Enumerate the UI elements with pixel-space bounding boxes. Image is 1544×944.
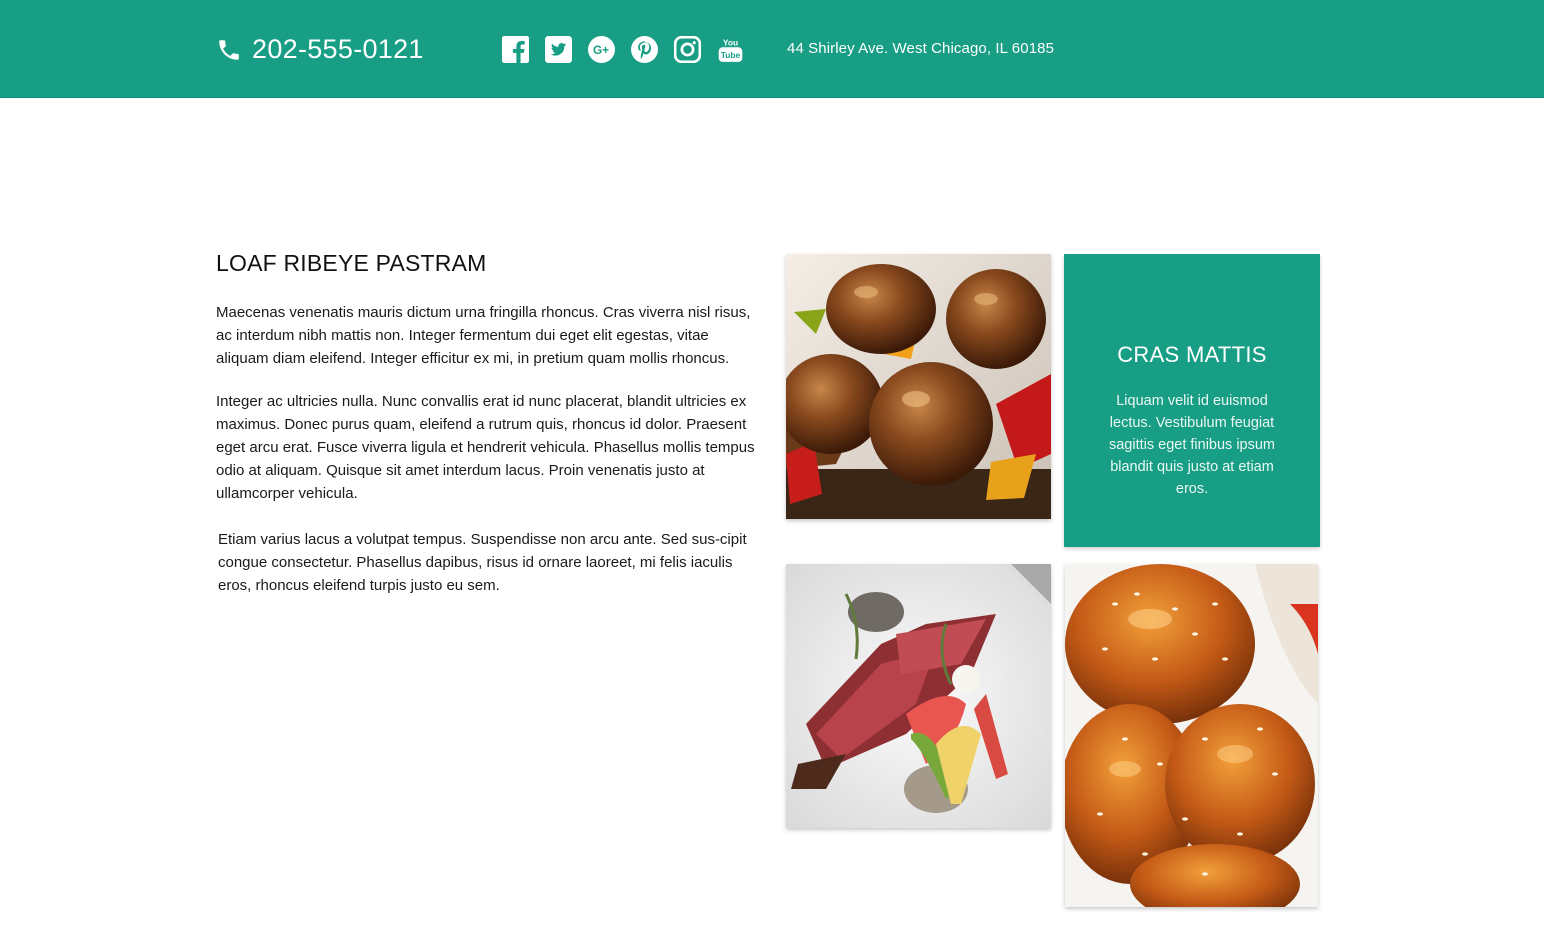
facebook-icon[interactable] <box>501 35 529 63</box>
phone-number[interactable]: 202-555-0121 <box>252 34 424 65</box>
article-paragraph-2: Integer ac ultricies nulla. Nunc convall… <box>216 393 755 502</box>
top-bar: 202-555-0121 G+ You Tube 44 Shirley Ave. … <box>0 0 1544 98</box>
youtube-icon[interactable]: You Tube <box>716 35 744 63</box>
svg-text:You: You <box>722 37 737 47</box>
social-links: G+ You Tube <box>501 35 744 63</box>
article-title: LOAF RIBEYE PASTRAM <box>216 250 487 276</box>
promo-card[interactable]: CRAS MATTIS Liquam velit id euismod lect… <box>1064 254 1320 547</box>
phone-contact[interactable]: 202-555-0121 <box>216 34 424 65</box>
article-paragraph-1: Maecenas venenatis mauris dictum urna fr… <box>216 304 751 367</box>
twitter-icon[interactable] <box>544 35 572 63</box>
promo-text: Liquam velit id euismod lectus. Vestibul… <box>1108 393 1276 497</box>
address: 44 Shirley Ave. West Chicago, IL 60185 <box>787 40 1055 57</box>
sliced-beef-photo <box>786 564 1051 828</box>
phone-icon <box>216 37 242 63</box>
article-paragraph-3: Etiam varius lacus a volutpat tempus. Su… <box>218 531 747 594</box>
article: LOAF RIBEYE PASTRAM Maecenas venenatis m… <box>216 250 756 597</box>
svg-text:Tube: Tube <box>720 50 740 60</box>
glazed-chicken-photo <box>1065 564 1318 907</box>
svg-text:G+: G+ <box>593 42 609 56</box>
meatballs-photo <box>786 254 1051 519</box>
pinterest-icon[interactable] <box>630 35 658 63</box>
instagram-icon[interactable] <box>673 35 701 63</box>
promo-title: CRAS MATTIS <box>1117 342 1267 367</box>
google-plus-icon[interactable]: G+ <box>587 35 615 63</box>
